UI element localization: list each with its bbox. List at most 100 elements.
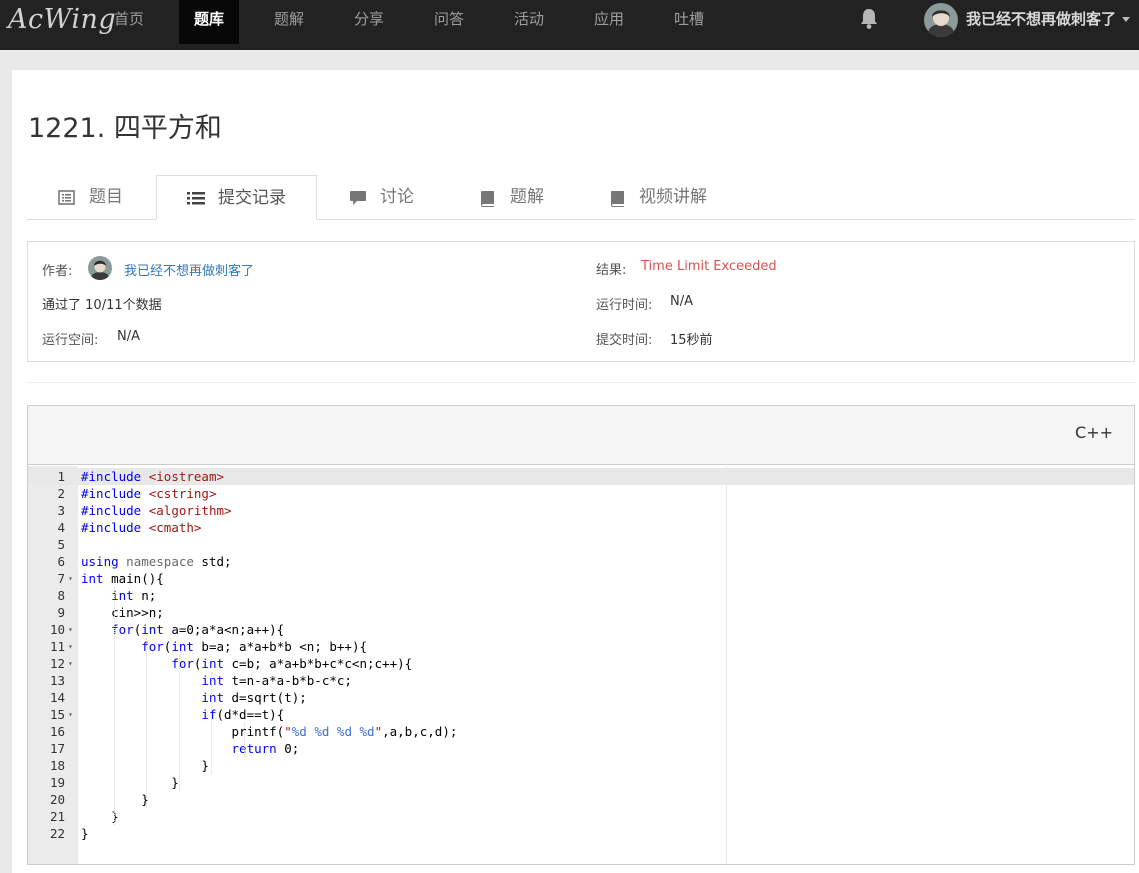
nav-home[interactable]: 首页 [112,0,146,44]
code-line[interactable]: 6 using namespace std; [28,553,728,570]
code-line[interactable]: 10 ▾ for(int a=0;a*a<n;a++){ [28,621,728,638]
fold-toggle-icon[interactable]: ▾ [68,570,73,587]
tab-discussion[interactable]: 讨论 [318,175,438,220]
line-number: 19 [49,775,65,790]
tab-solutions[interactable]: 题解 [448,175,568,220]
code-line[interactable]: 20 } [28,791,728,808]
username-menu[interactable]: 我已经不想再做刺客了 [966,0,1116,38]
code-panel: C++ 1 #include <iostream> 2 #include <cstri… [27,405,1135,865]
author-avatar[interactable] [88,256,112,280]
code-line[interactable]: 21 } [28,808,728,825]
code-line[interactable]: 12 ▾ for(int c=b; a*a+b*b+c*c<n;c++){ [28,655,728,672]
line-number: 9 [57,605,65,620]
nav-share[interactable]: 分享 [352,0,386,44]
line-number: 2 [57,486,65,501]
nav-qa[interactable]: 问答 [432,0,466,44]
tab-problem[interactable]: 题目 [27,175,155,220]
code-text: #include <cstring> [81,486,217,501]
code-text: int main(){ [81,571,164,586]
line-number: 1 [57,469,65,484]
nav-solutions[interactable]: 题解 [272,0,306,44]
code-line[interactable]: 16 printf("%d %d %d %d",a,b,c,d); [28,723,728,740]
line-number: 18 [49,758,65,773]
code-line[interactable]: 13 int t=n-a*a-b*b-c*c; [28,672,728,689]
tab-discussion-label: 讨论 [380,187,414,207]
code-text: for(int b=a; a*a+b*b <n; b++){ [141,639,367,654]
code-text: for(int a=0;a*a<n;a++){ [111,622,285,637]
indent-guide [146,638,148,808]
user-avatar[interactable] [924,3,958,37]
code-text: using namespace std; [81,554,232,569]
code-line[interactable]: 2 #include <cstring> [28,485,728,502]
divider [27,382,1135,383]
code-line[interactable]: 9 cin>>n; [28,604,728,621]
code-text: #include <algorithm> [81,503,232,518]
book-icon [611,191,624,207]
memory-value: N/A [117,329,140,344]
passed-prefix: 通过了 [42,298,82,313]
code-line[interactable]: 15 ▾ if(d*d==t){ [28,706,728,723]
comment-icon [350,191,366,205]
fold-toggle-icon[interactable]: ▾ [68,706,73,723]
runtime-label: 运行时间: [596,298,653,313]
code-text: int t=n-a*a-b*b-c*c; [201,673,352,688]
line-number: 6 [57,554,65,569]
line-number: 15 [49,707,65,722]
code-text: cin>>n; [81,605,164,620]
result-label: 结果: [596,263,627,278]
code-text: if(d*d==t){ [201,707,285,722]
line-number: 10 [49,622,65,637]
submit-time-value: 15秒前 [670,333,713,348]
code-text: for(int c=b; a*a+b*b+c*c<n;c++){ [171,656,413,671]
line-number: 11 [49,639,65,654]
line-number: 14 [49,690,65,705]
code-line[interactable]: 11 ▾ for(int b=a; a*a+b*b <n; b++){ [28,638,728,655]
bell-icon[interactable] [859,8,879,30]
tab-video[interactable]: 视频讲解 [578,175,728,220]
tab-solutions-label: 题解 [510,187,544,207]
code-editor[interactable]: 1 #include <iostream> 2 #include <cstring> 3… [28,468,728,842]
passed-suffix: 个数据 [122,298,162,313]
nav-apps[interactable]: 应用 [592,0,626,44]
problem-title: 1221. 四平方和 [28,113,222,144]
fold-toggle-icon[interactable]: ▾ [68,621,73,638]
acwing-logo[interactable]: AcWing [8,4,116,40]
code-text: printf("%d %d %d %d",a,b,c,d); [81,724,458,739]
fold-toggle-icon[interactable]: ▾ [68,655,73,672]
tab-submissions-label: 提交记录 [218,188,286,208]
code-line[interactable]: 7 ▾ int main(){ [28,570,728,587]
line-number: 12 [49,656,65,671]
line-number: 17 [49,741,65,756]
indent-guide [113,587,115,825]
line-number: 21 [49,809,65,824]
author-label: 作者: [42,264,73,279]
nav-complaints[interactable]: 吐槽 [672,0,706,44]
code-line[interactable]: 4 #include <cmath> [28,519,728,536]
code-line[interactable]: 22} [28,825,728,842]
top-navbar: AcWing 首页 题库 题解 分享 问答 活动 应用 吐槽 我已经不想再做刺客… [0,0,1139,50]
code-line[interactable]: 14 int d=sqrt(t); [28,689,728,706]
code-line[interactable]: 17 return 0; [28,740,728,757]
chevron-down-icon[interactable] [1122,17,1130,22]
book-icon [481,191,494,207]
code-line[interactable]: 5 [28,536,728,553]
author-link[interactable]: 我已经不想再做刺客了 [124,260,254,279]
code-line[interactable]: 1 #include <iostream> [28,468,728,485]
list-alt-icon [58,190,75,205]
list-icon [187,192,205,205]
line-number: 4 [57,520,65,535]
code-line[interactable]: 19 } [28,774,728,791]
code-text: } [81,775,179,790]
nav-problems[interactable]: 题库 [179,0,239,44]
code-text: #include <iostream> [81,469,225,484]
code-line[interactable]: 18 } [28,757,728,774]
tab-submissions[interactable]: 提交记录 [156,175,317,220]
result-value: Time Limit Exceeded [641,259,777,274]
code-text: } [81,792,149,807]
code-text: #include <cmath> [81,520,202,535]
code-line[interactable]: 8 int n; [28,587,728,604]
passed-count: 10/11 [85,298,123,313]
nav-activity[interactable]: 活动 [512,0,546,44]
code-line[interactable]: 3 #include <algorithm> [28,502,728,519]
fold-toggle-icon[interactable]: ▾ [68,638,73,655]
